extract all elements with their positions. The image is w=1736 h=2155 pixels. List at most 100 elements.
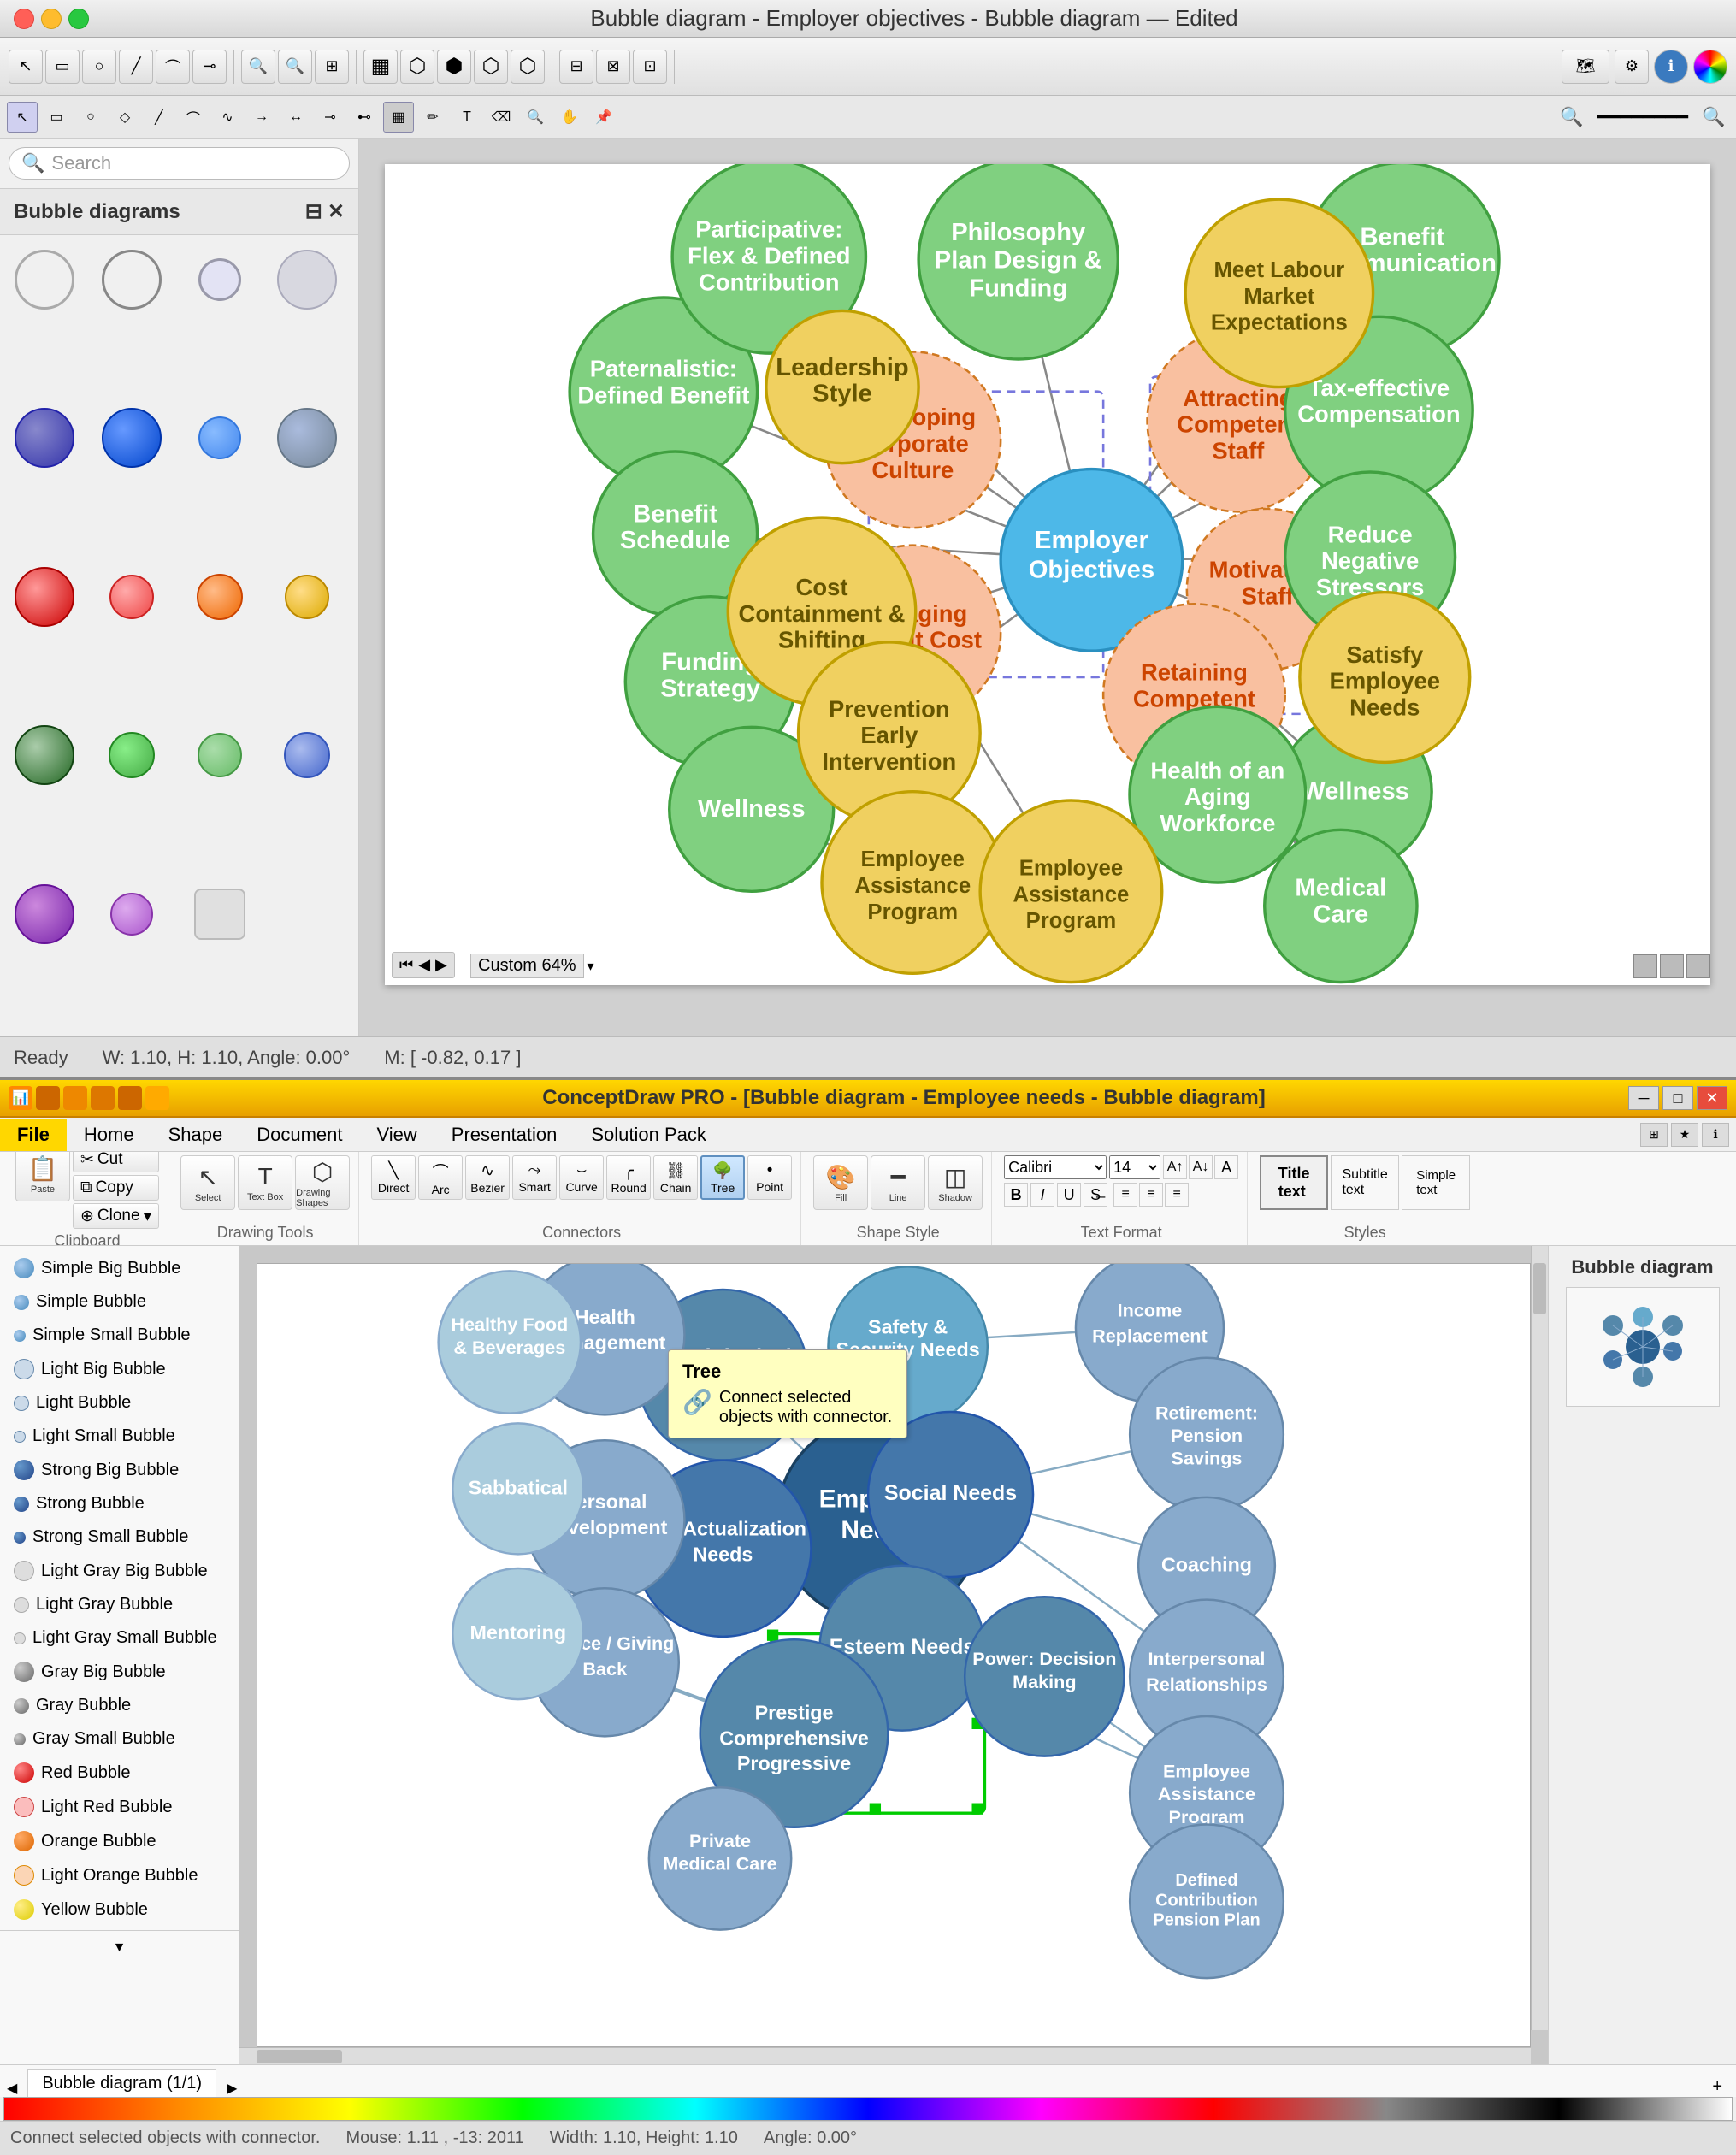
item-light[interactable]: Light Bubble bbox=[0, 1386, 239, 1420]
diamond-shape[interactable]: ◇ bbox=[109, 102, 140, 133]
horizontal-scrollbar[interactable] bbox=[239, 2047, 1531, 2064]
title-style-btn[interactable]: Titletext bbox=[1260, 1155, 1328, 1210]
bubble-cell-4[interactable] bbox=[269, 242, 345, 317]
scroll-arrow[interactable]: ▼ bbox=[0, 1937, 239, 1959]
menu-file[interactable]: File bbox=[0, 1119, 67, 1151]
select-btn[interactable]: ↖ Select bbox=[180, 1155, 235, 1210]
group-btn[interactable]: ⊠ bbox=[596, 50, 630, 84]
chain-btn[interactable]: ⛓Chain bbox=[653, 1155, 698, 1200]
pin-tool[interactable]: 📌 bbox=[588, 102, 619, 133]
align-left[interactable]: ≡ bbox=[1113, 1183, 1137, 1207]
item-light-small[interactable]: Light Small Bubble bbox=[0, 1420, 239, 1453]
bubble-cell-9[interactable] bbox=[7, 559, 82, 635]
bubble-cell-17[interactable] bbox=[7, 877, 82, 952]
scroll-thumb[interactable] bbox=[1533, 1263, 1546, 1314]
zoom-in[interactable]: 🔍 bbox=[241, 50, 275, 84]
shape-btn-1[interactable]: ▦ bbox=[363, 50, 398, 84]
search-field[interactable]: 🔍 Search bbox=[9, 147, 350, 180]
color-wheel[interactable] bbox=[1693, 50, 1727, 84]
shape-btn-3[interactable]: ⬢ bbox=[437, 50, 471, 84]
item-light-red[interactable]: Light Red Bubble bbox=[0, 1790, 239, 1824]
item-orange[interactable]: Orange Bubble bbox=[0, 1824, 239, 1858]
item-simple[interactable]: Simple Bubble bbox=[0, 1285, 239, 1319]
menu-home[interactable]: Home bbox=[67, 1119, 151, 1151]
zoom-minus[interactable]: 🔍 bbox=[1556, 102, 1587, 133]
bubble-cell-16[interactable] bbox=[269, 717, 345, 793]
font-size-up[interactable]: A↑ bbox=[1163, 1155, 1187, 1179]
bubble-cell-19[interactable] bbox=[182, 877, 257, 952]
align-btn[interactable]: ⊡ bbox=[633, 50, 667, 84]
connect-tool[interactable]: ⊸ bbox=[192, 50, 227, 84]
close-button[interactable] bbox=[14, 9, 34, 29]
fill-btn[interactable]: 🎨 Fill bbox=[813, 1155, 868, 1210]
shape-btn-4[interactable]: ⬡ bbox=[474, 50, 508, 84]
win-canvas[interactable]: Tree 🔗 Connect selected objects with con… bbox=[239, 1246, 1548, 2064]
tab-bubble-diagram[interactable]: Bubble diagram (1/1) bbox=[27, 2069, 216, 2097]
bubble-cell-20[interactable] bbox=[269, 877, 345, 952]
item-light-gray[interactable]: Light Gray Bubble bbox=[0, 1588, 239, 1621]
align-right[interactable]: ≡ bbox=[1165, 1183, 1189, 1207]
bubble-cell-3[interactable] bbox=[182, 242, 257, 317]
item-light-big[interactable]: Light Big Bubble bbox=[0, 1352, 239, 1386]
search-icon-btn[interactable]: ⊞ bbox=[1640, 1123, 1668, 1147]
ellipse-tool[interactable]: ○ bbox=[82, 50, 116, 84]
item-strong-small[interactable]: Strong Small Bubble bbox=[0, 1520, 239, 1554]
right-panel-preview[interactable] bbox=[1566, 1287, 1720, 1407]
line-btn[interactable]: ━ Line bbox=[871, 1155, 925, 1210]
help[interactable]: ℹ bbox=[1654, 50, 1688, 84]
win-minimize[interactable]: ─ bbox=[1628, 1086, 1659, 1110]
minimize-button[interactable] bbox=[41, 9, 62, 29]
panel-close[interactable]: ✕ bbox=[328, 199, 345, 224]
item-strong-big[interactable]: Strong Big Bubble bbox=[0, 1453, 239, 1487]
fit-page[interactable]: ⊞ bbox=[315, 50, 349, 84]
info-btn[interactable]: ℹ bbox=[1702, 1123, 1729, 1147]
pen-tool[interactable]: ✏ bbox=[417, 102, 448, 133]
bubble-cell-13[interactable] bbox=[7, 717, 82, 793]
align-center[interactable]: ≡ bbox=[1139, 1183, 1163, 1207]
tree-btn[interactable]: 🌳Tree bbox=[700, 1155, 745, 1200]
h-scroll-thumb[interactable] bbox=[257, 2050, 342, 2063]
bubble-cell-1[interactable] bbox=[7, 242, 82, 317]
item-light-gray-small[interactable]: Light Gray Small Bubble bbox=[0, 1621, 239, 1655]
connector1[interactable]: ⊸ bbox=[315, 102, 345, 133]
cursor-tool[interactable]: ↖ bbox=[9, 50, 43, 84]
font-family[interactable]: Calibri bbox=[1004, 1155, 1107, 1179]
shadow-btn[interactable]: ◫ Shadow bbox=[928, 1155, 983, 1210]
connector2[interactable]: ⊷ bbox=[349, 102, 380, 133]
tab-nav-right[interactable]: ▶ bbox=[227, 2080, 237, 2097]
font-size[interactable]: 14 bbox=[1109, 1155, 1160, 1179]
maximize-button[interactable] bbox=[68, 9, 89, 29]
bubble-cell-7[interactable] bbox=[182, 400, 257, 475]
win-close[interactable]: ✕ bbox=[1697, 1086, 1727, 1110]
menu-solution[interactable]: Solution Pack bbox=[574, 1119, 723, 1151]
menu-shape[interactable]: Shape bbox=[151, 1119, 240, 1151]
hand-tool[interactable]: ✋ bbox=[554, 102, 585, 133]
underline-btn[interactable]: U bbox=[1057, 1183, 1081, 1207]
circle-shape[interactable]: ○ bbox=[75, 102, 106, 133]
arrange-btn[interactable]: ⊟ bbox=[559, 50, 593, 84]
item-light-orange[interactable]: Light Orange Bubble bbox=[0, 1858, 239, 1892]
paste-btn[interactable]: 📋 Paste bbox=[15, 1152, 70, 1201]
item-gray[interactable]: Gray Bubble bbox=[0, 1689, 239, 1722]
bubble-cell-18[interactable] bbox=[94, 877, 169, 952]
vertical-scrollbar[interactable] bbox=[1531, 1246, 1548, 2030]
page-btn-2[interactable] bbox=[1660, 954, 1684, 978]
point-btn[interactable]: •Point bbox=[747, 1155, 792, 1200]
cut-btn[interactable]: ✂ Cut bbox=[73, 1152, 159, 1172]
arc-btn[interactable]: ⌒Arc bbox=[418, 1155, 463, 1200]
italic-btn[interactable]: I bbox=[1030, 1183, 1054, 1207]
copy-btn[interactable]: ⧉ Copy bbox=[73, 1175, 159, 1201]
menu-document[interactable]: Document bbox=[239, 1119, 359, 1151]
page-btn-3[interactable] bbox=[1686, 954, 1710, 978]
win-canvas-inner[interactable]: Tree 🔗 Connect selected objects with con… bbox=[257, 1263, 1531, 2047]
bubble-cell-6[interactable] bbox=[94, 400, 169, 475]
tab-add[interactable]: + bbox=[1712, 2077, 1722, 2097]
zoom-dropdown[interactable]: ▾ bbox=[588, 958, 594, 975]
bubble-cell-14[interactable] bbox=[94, 717, 169, 793]
play-btn[interactable]: ⏮ bbox=[399, 956, 413, 974]
item-simple-big[interactable]: Simple Big Bubble bbox=[0, 1251, 239, 1285]
bezier-btn[interactable]: ∿Bezier bbox=[465, 1155, 510, 1200]
drawing-shapes-btn[interactable]: ⬡ Drawing Shapes bbox=[295, 1155, 350, 1210]
win-maximize[interactable]: □ bbox=[1662, 1086, 1693, 1110]
item-red[interactable]: Red Bubble bbox=[0, 1756, 239, 1790]
